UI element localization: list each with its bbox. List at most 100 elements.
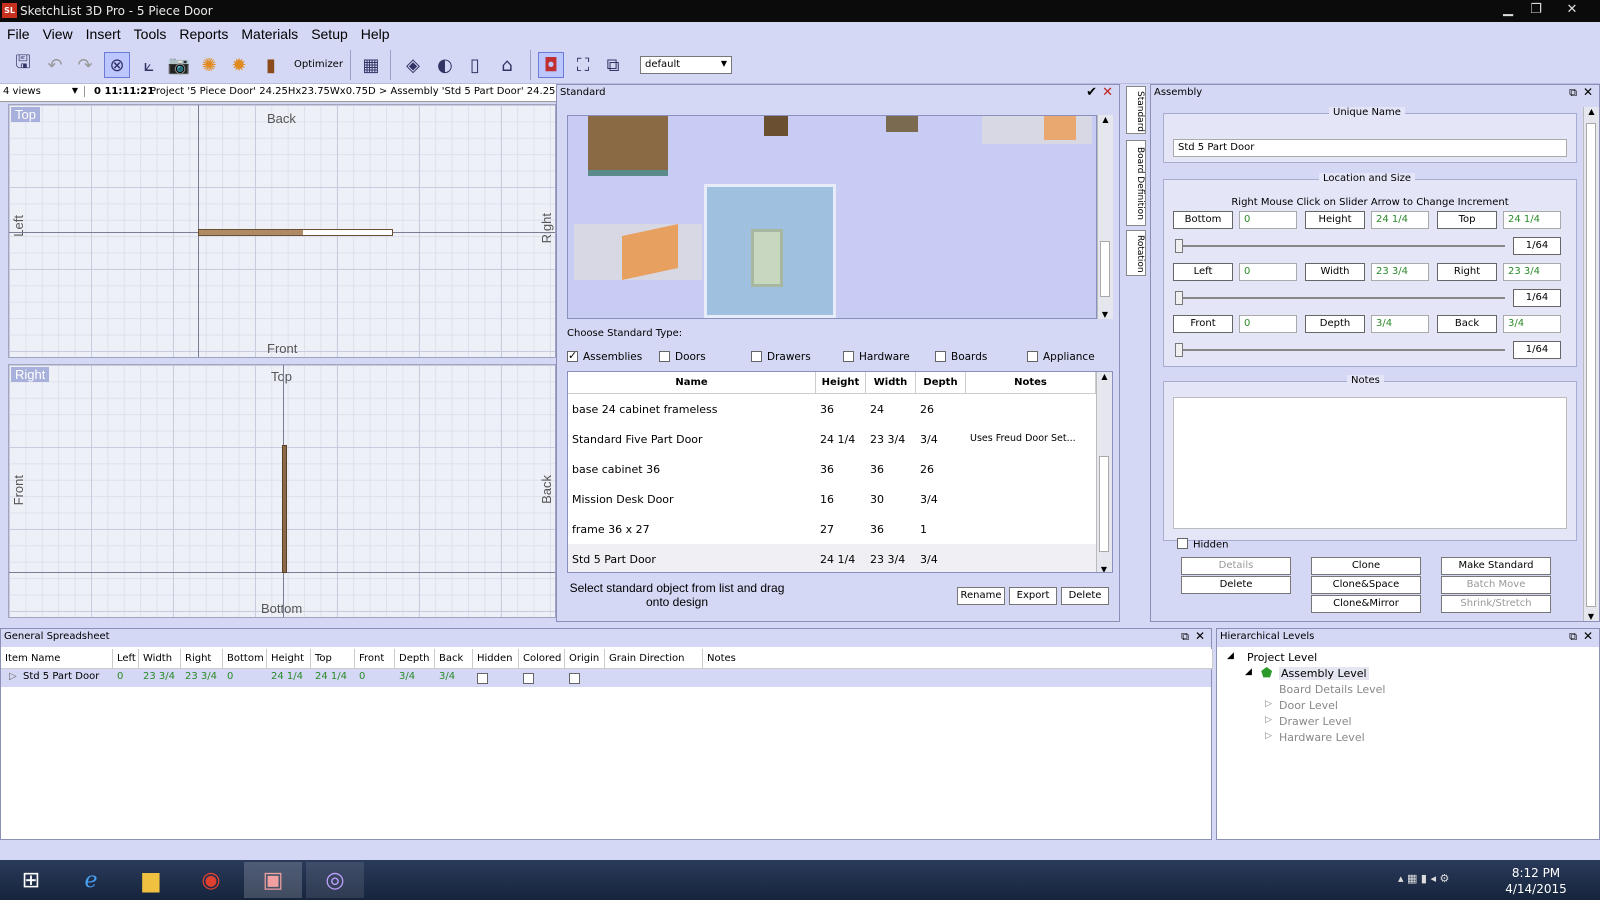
col-height[interactable]: Height: [816, 372, 866, 394]
thumb-std-5-part-door[interactable]: [704, 184, 836, 318]
focus-icon[interactable]: ◘: [538, 52, 564, 78]
tree-node-drawer[interactable]: Drawer Level: [1279, 715, 1352, 728]
expand-icon[interactable]: ◢: [1245, 667, 1252, 677]
type-drawers[interactable]: Drawers: [751, 350, 811, 363]
top-view[interactable]: Top Back Front Left Right: [8, 104, 556, 358]
tab-rotation[interactable]: Rotation: [1126, 230, 1146, 276]
colored-checkbox[interactable]: [523, 673, 534, 684]
door-side-shape[interactable]: [282, 445, 287, 573]
menu-setup[interactable]: Setup: [304, 22, 354, 42]
optimizer-button[interactable]: Optimizer: [294, 59, 343, 70]
export-button[interactable]: Export: [1009, 587, 1057, 605]
table-scrollbar[interactable]: ▲ ▼: [1096, 372, 1112, 572]
menu-tools[interactable]: Tools: [127, 22, 173, 42]
door-icon[interactable]: ▯: [462, 52, 488, 78]
orbit-alt-icon[interactable]: ✹: [226, 52, 252, 78]
tree-node-board-details[interactable]: Board Details Level: [1279, 683, 1386, 696]
start-icon[interactable]: ⊞: [2, 862, 60, 898]
width-button[interactable]: Width: [1305, 263, 1365, 281]
clone-space-button[interactable]: Clone&Space: [1311, 576, 1421, 594]
width-input[interactable]: 23 3/4: [1371, 263, 1429, 281]
right-button[interactable]: Right: [1437, 263, 1497, 281]
slider-thumb[interactable]: [1175, 291, 1183, 305]
tree-node-hardware[interactable]: Hardware Level: [1279, 731, 1365, 744]
back-button[interactable]: Back: [1437, 315, 1497, 333]
dimension-tool-icon[interactable]: ⟀: [136, 52, 162, 78]
layers-icon[interactable]: ⧉: [600, 52, 626, 78]
col-hidden[interactable]: Hidden: [473, 649, 519, 669]
notes-textarea[interactable]: [1173, 397, 1567, 529]
tab-standard[interactable]: Standard: [1126, 86, 1146, 134]
table-row[interactable]: Std 5 Part Door 24 1/4 23 3/4 3/4: [568, 544, 1096, 572]
collapse-icon[interactable]: ▷: [1265, 699, 1272, 709]
details-button[interactable]: Details: [1181, 557, 1291, 575]
save-icon[interactable]: 🖫: [10, 52, 36, 78]
select-tool-icon[interactable]: ⊗: [104, 52, 130, 78]
menu-file[interactable]: File: [0, 22, 36, 42]
cabinet-icon[interactable]: ⌂: [494, 52, 520, 78]
thumb-small-door[interactable]: [764, 116, 788, 136]
front-button[interactable]: Front: [1173, 315, 1233, 333]
bottom-increment-button[interactable]: 1/64: [1513, 237, 1561, 255]
col-right[interactable]: Right: [181, 649, 223, 669]
tree-node-assembly[interactable]: Assembly Level: [1279, 667, 1369, 680]
tree-node-project[interactable]: Project Level: [1247, 651, 1317, 664]
redo-icon[interactable]: ↷: [72, 52, 98, 78]
menu-insert[interactable]: Insert: [79, 22, 127, 42]
origin-checkbox[interactable]: [569, 673, 580, 684]
type-boards[interactable]: Boards: [935, 350, 987, 363]
col-back[interactable]: Back: [435, 649, 473, 669]
hardware-checkbox[interactable]: [843, 350, 854, 362]
back-input[interactable]: 3/4: [1503, 315, 1561, 333]
col-depth[interactable]: Depth: [395, 649, 435, 669]
thumb-frame[interactable]: [886, 116, 918, 132]
delete-assembly-button[interactable]: Delete: [1181, 576, 1291, 594]
expand-icon[interactable]: ▷: [9, 671, 17, 682]
recorder-task-icon[interactable]: ◎: [306, 862, 364, 898]
tray-icons[interactable]: ▴ ▦ ▮ ◂ ⚙: [1398, 872, 1449, 885]
bottom-input[interactable]: 0: [1239, 211, 1297, 229]
shrink-stretch-button[interactable]: Shrink/Stretch: [1441, 595, 1551, 613]
hardware-icon[interactable]: ◐: [432, 52, 458, 78]
table-row[interactable]: [1, 669, 1211, 687]
col-width[interactable]: Width: [866, 372, 916, 394]
table-row[interactable]: Mission Desk Door 16 30 3/4: [568, 484, 1096, 514]
tree-node-door[interactable]: Door Level: [1279, 699, 1338, 712]
assemblies-checkbox[interactable]: [567, 349, 578, 362]
height-button[interactable]: Height: [1305, 211, 1365, 229]
menu-help[interactable]: Help: [354, 22, 396, 42]
assembly-scrollbar[interactable]: ▲ ▼: [1583, 107, 1599, 621]
close-icon[interactable]: ✕: [1583, 85, 1593, 99]
unique-name-input[interactable]: Std 5 Part Door: [1173, 139, 1567, 157]
make-standard-button[interactable]: Make Standard: [1441, 557, 1551, 575]
type-appliance[interactable]: Appliance: [1027, 350, 1095, 363]
right-input[interactable]: 23 3/4: [1503, 263, 1561, 281]
float-icon[interactable]: ⧉: [1181, 630, 1189, 644]
clone-button[interactable]: Clone: [1311, 557, 1421, 575]
appliance-checkbox[interactable]: [1027, 350, 1038, 362]
internet-explorer-icon[interactable]: ℯ: [62, 862, 120, 898]
box-icon[interactable]: ◈: [400, 52, 426, 78]
col-item-name[interactable]: Item Name: [1, 649, 113, 669]
position-slider[interactable]: [1177, 245, 1505, 247]
clone-mirror-button[interactable]: Clone&Mirror: [1311, 595, 1421, 613]
chrome-icon[interactable]: ◉: [182, 862, 240, 898]
menu-view[interactable]: View: [36, 22, 79, 42]
camera-icon[interactable]: 📷: [166, 52, 192, 78]
explorer-icon[interactable]: ▆: [122, 862, 180, 898]
delete-button[interactable]: Delete: [1061, 587, 1109, 605]
close-icon[interactable]: ✕: [1102, 85, 1113, 100]
col-front[interactable]: Front: [355, 649, 395, 669]
bottom-button[interactable]: Bottom: [1173, 211, 1233, 229]
front-increment-button[interactable]: 1/64: [1513, 341, 1561, 359]
views-selector[interactable]: 4 views: [3, 86, 85, 97]
boards-checkbox[interactable]: [935, 350, 946, 362]
hidden-checkbox[interactable]: [1177, 538, 1188, 549]
depth-button[interactable]: Depth: [1305, 315, 1365, 333]
col-colored[interactable]: Colored: [519, 649, 565, 669]
menu-reports[interactable]: Reports: [172, 22, 234, 42]
top-button[interactable]: Top: [1437, 211, 1497, 229]
close-icon[interactable]: ✕: [1558, 0, 1586, 20]
sketchlist-task-icon[interactable]: ▣: [244, 862, 302, 898]
depth-input[interactable]: 3/4: [1371, 315, 1429, 333]
